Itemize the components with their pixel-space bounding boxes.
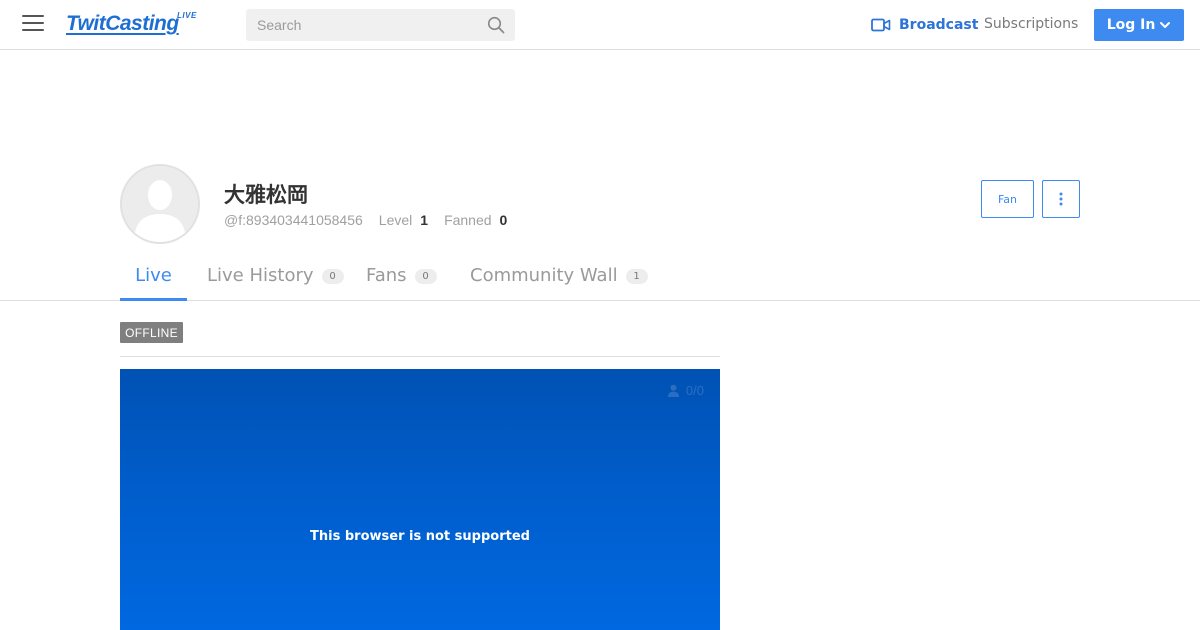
profile-meta: @f:893403441058456 Level 1 Fanned 0 xyxy=(224,212,507,228)
tab-count-badge: 1 xyxy=(625,269,648,284)
tab-label: Community Wall xyxy=(470,265,618,286)
profile-handle: @f:893403441058456 xyxy=(224,212,363,228)
logo-text: TwitCasting xyxy=(66,12,179,35)
person-icon xyxy=(667,384,679,397)
tab-live-history[interactable]: Live History 0 xyxy=(207,256,344,301)
section-divider xyxy=(120,356,720,357)
broadcast-label: Broadcast xyxy=(899,17,979,33)
search-icon[interactable] xyxy=(487,16,505,34)
logo-live-badge: LIVE xyxy=(177,11,197,20)
level-value: 1 xyxy=(420,212,429,228)
avatar xyxy=(120,164,200,244)
default-user-silhouette-icon xyxy=(122,166,198,242)
search-box xyxy=(246,9,515,41)
fanned-label: Fanned xyxy=(444,212,492,228)
tab-live[interactable]: Live xyxy=(120,256,187,301)
fanned-value: 0 xyxy=(499,212,508,228)
profile-tabs: Live Live History 0 Fans 0 Community Wal… xyxy=(0,256,1200,301)
fan-button-label: Fan xyxy=(997,192,1018,206)
live-player[interactable]: 0/0 This browser is not supported xyxy=(120,369,720,630)
status-badge: OFFLINE xyxy=(120,322,183,343)
tab-community-wall[interactable]: Community Wall 1 xyxy=(470,256,648,301)
subscriptions-link[interactable]: Subscriptions xyxy=(984,16,1078,32)
tab-count-badge: 0 xyxy=(414,269,437,284)
tab-label: Fans xyxy=(366,265,407,286)
fan-button[interactable]: Fan xyxy=(981,180,1034,218)
tab-fans[interactable]: Fans 0 xyxy=(366,256,437,301)
level-label: Level xyxy=(378,212,413,228)
tab-label: Live History xyxy=(207,265,314,286)
search-input[interactable] xyxy=(246,9,476,41)
tab-label: Live xyxy=(135,265,172,286)
vertical-dots-icon xyxy=(1059,192,1063,206)
video-camera-icon xyxy=(871,18,891,32)
twitcasting-logo[interactable]: TwitCasting LIVE xyxy=(66,10,198,40)
login-button[interactable]: Log In xyxy=(1094,9,1184,41)
tab-count-badge: 0 xyxy=(321,269,344,284)
broadcast-link[interactable]: Broadcast xyxy=(871,16,978,34)
viewer-count-value: 0/0 xyxy=(685,383,704,398)
hamburger-menu-icon[interactable] xyxy=(22,15,44,35)
unsupported-message: This browser is not supported xyxy=(310,529,530,544)
top-header: TwitCasting LIVE Broadcast Subscriptions… xyxy=(0,0,1200,50)
login-label: Log In xyxy=(1106,17,1156,33)
more-options-button[interactable] xyxy=(1042,180,1080,218)
chevron-down-icon xyxy=(1160,22,1171,28)
viewer-count: 0/0 xyxy=(667,383,704,398)
profile-name: 大雅松岡 xyxy=(224,183,308,207)
